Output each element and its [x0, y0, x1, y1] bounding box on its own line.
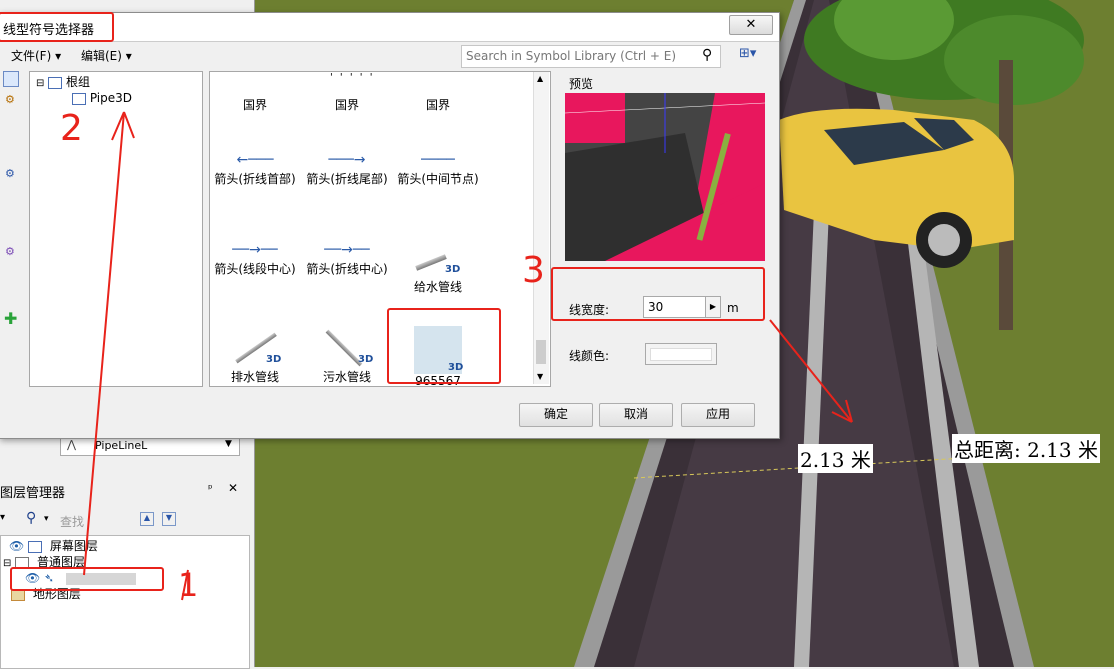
annotation-number: 1 [178, 566, 199, 604]
annotation-arrows [83, 111, 853, 601]
annotation-number: 3 [522, 250, 545, 291]
annotation-number: 2 [60, 108, 83, 149]
